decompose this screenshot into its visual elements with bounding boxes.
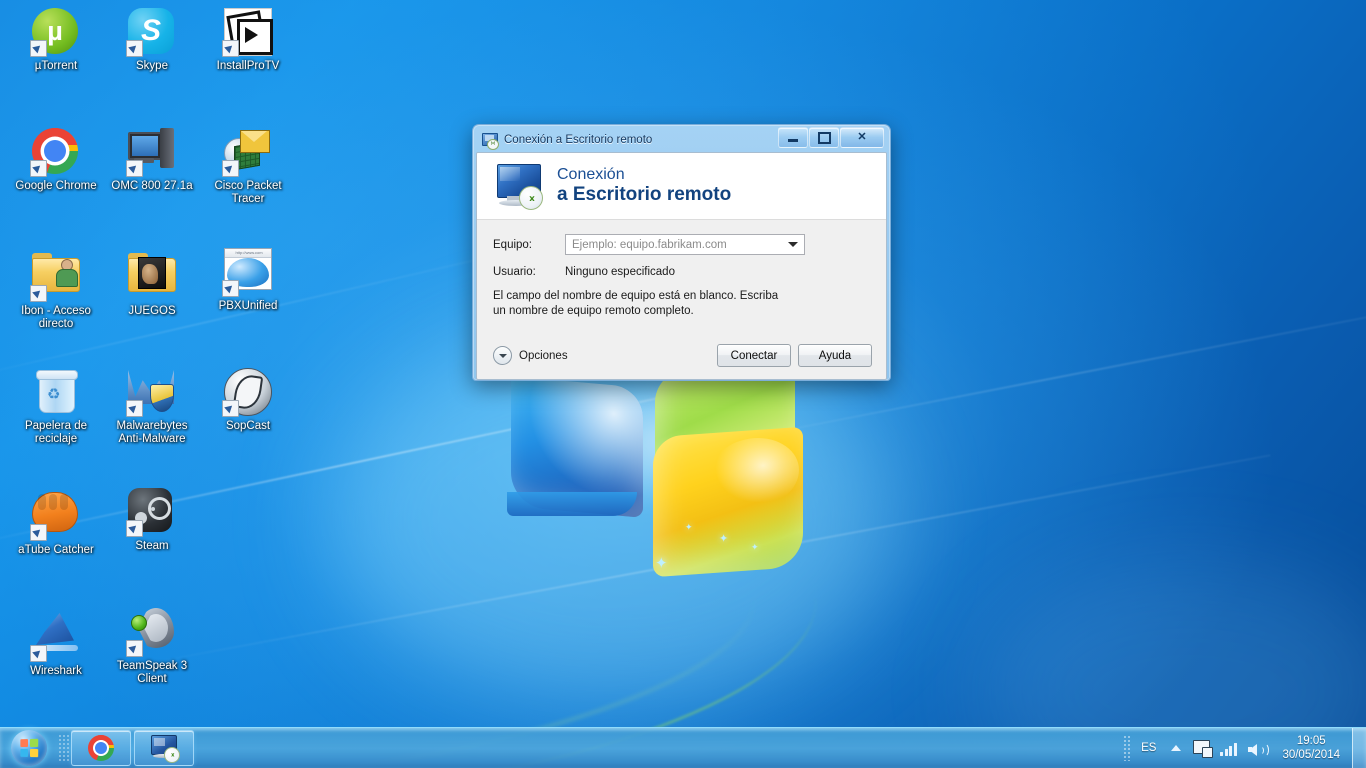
desktop-icon-skype[interactable]: S Skype — [104, 8, 200, 73]
desktop-icon-label: Wireshark — [30, 665, 82, 677]
clock[interactable]: 19:05 30/05/2014 — [1276, 734, 1346, 762]
desktop-icon-label: TeamSpeak 3 Client — [116, 660, 188, 685]
pbxunified-icon: http://www.com — [222, 248, 272, 297]
options-expander[interactable]: Opciones — [493, 346, 568, 365]
teamspeak-icon — [126, 608, 176, 657]
network-icon[interactable] — [1192, 738, 1214, 758]
status-message: El campo del nombre de equipo está en bl… — [493, 290, 779, 317]
dialog-banner: ›‹ Conexión a Escritorio remoto — [477, 153, 886, 220]
connect-button[interactable]: Conectar — [717, 344, 791, 367]
cisco-packet-tracer-icon — [222, 128, 272, 177]
desktop-icon-label: JUEGOS — [128, 305, 176, 317]
desktop-icon-label: aTube Catcher — [18, 544, 94, 556]
steam-icon — [126, 488, 176, 537]
windows-logo-watermark: ✦ ✦ ✦ ✦ — [505, 359, 825, 578]
window-controls: ✕ — [778, 127, 884, 148]
computer-input-placeholder: Ejemplo: equipo.fabrikam.com — [572, 238, 727, 251]
tray-grip — [1123, 735, 1132, 761]
desktop-icon-label: OMC 800 27.1a — [111, 180, 193, 192]
desktop-icon-installprotv[interactable]: InstallProTV — [200, 8, 296, 73]
wireshark-icon — [30, 613, 80, 662]
help-button[interactable]: Ayuda — [798, 344, 872, 367]
taskbar: ›‹ ES 19:05 30/05/2014 — [0, 727, 1366, 768]
malwarebytes-icon — [126, 368, 176, 417]
games-folder-icon — [128, 253, 176, 301]
user-folder-icon — [30, 253, 80, 302]
desktop-icon-omc-800[interactable]: OMC 800 27.1a — [104, 128, 200, 193]
minimize-button[interactable] — [778, 127, 808, 148]
desktop-icon-label: SopCast — [225, 420, 271, 432]
skype-icon: S — [126, 8, 176, 57]
volume-icon[interactable] — [1248, 740, 1270, 758]
close-icon: ✕ — [857, 131, 867, 143]
window-title-bar[interactable]: ›‹ Conexión a Escritorio remoto ✕ — [476, 127, 887, 152]
desktop-icon-steam[interactable]: Steam — [104, 488, 200, 553]
desktop-icon-label: Papelera de reciclaje — [24, 420, 88, 445]
clock-date: 30/05/2014 — [1282, 749, 1340, 761]
desktop-icon-label: Ibon - Acceso directo — [21, 305, 91, 330]
remote-desktop-icon: ›‹ — [482, 133, 499, 150]
desktop-icon-pbxunified[interactable]: http://www.com PBXUnified — [200, 248, 296, 313]
desktop-icon-cisco-packet-tracer[interactable]: Cisco Packet Tracer — [200, 128, 296, 206]
desktop-icon-label: Cisco Packet Tracer — [214, 180, 282, 205]
language-indicator[interactable]: ES — [1141, 742, 1156, 754]
desktop-icon-atube-catcher[interactable]: aTube Catcher — [8, 488, 104, 557]
close-button[interactable]: ✕ — [840, 127, 884, 148]
banner-line-2: a Escritorio remoto — [557, 183, 732, 205]
desktop-icon-utorrent[interactable]: µ µTorrent — [8, 8, 104, 73]
chevron-down-icon[interactable] — [788, 242, 798, 247]
computer-field-row: Equipo: Ejemplo: equipo.fabrikam.com — [493, 234, 870, 255]
desktop-icon-label: InstallProTV — [216, 60, 280, 72]
dialog-body: Equipo: Ejemplo: equipo.fabrikam.com Usu… — [477, 220, 886, 378]
omc-computer-icon — [126, 128, 176, 177]
user-label: Usuario: — [493, 266, 536, 278]
desktop-icon-teamspeak-3[interactable]: TeamSpeak 3 Client — [104, 608, 200, 686]
signal-icon[interactable] — [1220, 738, 1240, 758]
recycle-bin-icon: ♻ — [32, 368, 80, 416]
dialog-client-area: ›‹ Conexión a Escritorio remoto Equipo: … — [476, 152, 887, 380]
desktop-icon-google-chrome[interactable]: Google Chrome — [8, 128, 104, 193]
taskbar-button-chrome[interactable] — [71, 730, 131, 766]
maximize-button[interactable] — [809, 127, 839, 148]
utorrent-icon: µ — [30, 8, 80, 57]
chevron-down-icon — [493, 346, 512, 365]
desktop-icon-juegos[interactable]: JUEGOS — [104, 248, 200, 318]
chrome-icon — [88, 735, 114, 761]
window-title: Conexión a Escritorio remoto — [504, 134, 653, 146]
dialog-footer: Opciones Conectar Ayuda — [493, 344, 872, 367]
computer-combobox[interactable]: Ejemplo: equipo.fabrikam.com — [565, 234, 805, 255]
taskbar-button-rdp[interactable]: ›‹ — [134, 730, 194, 766]
sopcast-icon — [222, 368, 272, 417]
desktop-icon-label: µTorrent — [34, 60, 78, 72]
show-hidden-icons-button[interactable] — [1168, 740, 1184, 756]
desktop-icon-sopcast[interactable]: SopCast — [200, 368, 296, 433]
desktop-icon-label: PBXUnified — [218, 300, 278, 312]
system-tray: ES 19:05 30/05/2014 — [1123, 728, 1366, 768]
taskbar-grip — [58, 734, 69, 762]
remote-desktop-banner-icon: ›‹ — [493, 164, 545, 210]
desktop-icon-label: Malwarebytes Anti-Malware — [116, 420, 188, 445]
remote-desktop-icon: ›‹ — [149, 735, 180, 763]
desktop-icon-label: Google Chrome — [15, 180, 97, 192]
desktop-icon-label: Steam — [135, 540, 169, 552]
dialog-action-buttons: Conectar Ayuda — [717, 344, 872, 367]
desktop-icon-label: Skype — [136, 60, 168, 72]
start-button[interactable] — [2, 729, 56, 767]
show-desktop-button[interactable] — [1352, 728, 1366, 768]
desktop-icon-wireshark[interactable]: Wireshark — [8, 608, 104, 678]
desktop-icon-malwarebytes[interactable]: Malwarebytes Anti-Malware — [104, 368, 200, 446]
user-value: Ninguno especificado — [565, 266, 675, 278]
clock-time: 19:05 — [1296, 735, 1326, 747]
options-label: Opciones — [519, 349, 568, 362]
computer-label: Equipo: — [493, 238, 533, 251]
banner-line-1: Conexión — [557, 166, 625, 184]
chrome-icon — [30, 128, 80, 177]
user-field-row: Usuario: Ninguno especificado — [493, 266, 870, 278]
installprotv-icon — [222, 8, 273, 57]
desktop-icon-recycle-bin[interactable]: ♻ Papelera de reciclaje — [8, 368, 104, 446]
atube-catcher-icon — [30, 492, 80, 541]
desktop-icon-ibon[interactable]: Ibon - Acceso directo — [8, 248, 104, 331]
remote-desktop-connection-window[interactable]: ›‹ Conexión a Escritorio remoto ✕ ›‹ Con… — [472, 124, 891, 381]
